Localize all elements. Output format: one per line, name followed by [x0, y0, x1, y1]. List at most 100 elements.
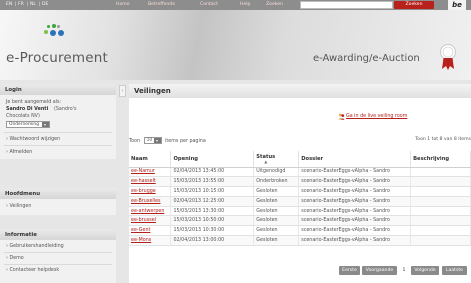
- auction-name-link[interactable]: ee-antwerpen: [129, 206, 172, 217]
- description-cell: [410, 235, 471, 246]
- role-select[interactable]: Onderneming: [6, 121, 50, 128]
- user-name: Sandro Di Venti: [6, 107, 49, 112]
- auction-name-link[interactable]: ee-Namur: [129, 167, 172, 178]
- status-cell: Gesloten: [253, 215, 300, 227]
- auction-name-link[interactable]: ee-Bruxelles: [129, 196, 172, 207]
- dossier-cell: scenario-EasterEggs-vAlpha - Sandro: [298, 186, 412, 197]
- opening-cell: 15/03/2013 10:30:00: [170, 225, 255, 237]
- nav-contact-link[interactable]: Contact: [200, 2, 218, 7]
- dossier-cell: scenario-EasterEggs-vAlpha - Sandro: [298, 167, 412, 178]
- hoofdmenu-panel: › Veilingen: [0, 199, 116, 215]
- auction-name-link[interactable]: ee-Gent: [129, 225, 172, 237]
- dossier-cell: scenario-EasterEggs-vAlpha - Sandro: [298, 215, 412, 227]
- table-row[interactable]: ee-Bruxelles 02/04/2013 12:25:00 Gesloten s…: [129, 196, 471, 207]
- change-password-link[interactable]: › Wachtwoord wijzigen: [6, 137, 60, 142]
- page-size-row: Toon 10 items per pagina: [129, 137, 206, 144]
- people-icon: [338, 113, 345, 120]
- search-button[interactable]: Zoeken: [394, 1, 434, 9]
- collapse-sidebar-handle[interactable]: ‹: [119, 85, 126, 97]
- description-cell: [410, 215, 471, 227]
- demo-label: Demo: [9, 256, 24, 261]
- col-header-naam[interactable]: Naam: [129, 151, 172, 168]
- description-cell: [410, 225, 471, 237]
- table-row[interactable]: ee-antwerpen 15/03/2013 13:30:00 Gesloten s…: [129, 206, 471, 217]
- login-panel: Je bent aangemeld als: Sandro Di Venti (…: [0, 95, 116, 159]
- last-page-button[interactable]: Laatste: [442, 266, 467, 275]
- lang-separator: |: [39, 2, 41, 7]
- medal-icon: [440, 44, 456, 70]
- col-header-opening[interactable]: Opening: [170, 151, 255, 168]
- status-cell: Onderbroken: [253, 176, 300, 188]
- next-page-button[interactable]: Volgende: [411, 266, 439, 275]
- nav-help-link[interactable]: Help: [240, 2, 250, 7]
- auction-name-link[interactable]: ee-Mons: [129, 235, 172, 246]
- status-cell: Gesloten: [253, 196, 300, 207]
- nav-home-link[interactable]: Home: [116, 2, 130, 7]
- divider: [4, 264, 112, 265]
- opening-cell: 15/03/2013 10:50:00: [170, 215, 255, 227]
- lang-fr-link[interactable]: FR: [18, 2, 24, 7]
- lang-separator: |: [15, 2, 17, 7]
- table-row[interactable]: ee-hasselt 15/03/2013 13:55:00 Onderbroken…: [129, 176, 471, 188]
- table-row[interactable]: ee-brugge 15/03/2013 10:15:00 Gesloten scen…: [129, 186, 471, 197]
- lang-nl-link[interactable]: NL: [30, 2, 36, 7]
- eprocurement-dots-logo-icon: [42, 24, 66, 42]
- opening-cell: 15/03/2013 13:55:00: [170, 176, 255, 188]
- description-cell: [410, 167, 471, 178]
- dossier-cell: scenario-EasterEggs-vAlpha - Sandro: [298, 206, 412, 217]
- auctions-table: Naam Opening Status ▲ Dossier Beschrijvin…: [129, 151, 471, 246]
- first-page-button[interactable]: Eerste: [339, 266, 360, 275]
- lang-separator: |: [27, 2, 29, 7]
- manual-label: Gebruikershandleiding: [9, 244, 64, 249]
- description-cell: [410, 196, 471, 207]
- belgium-be-logo[interactable]: be: [448, 0, 466, 10]
- sidebar-informatie-heading: Informatie: [0, 229, 116, 240]
- col-header-dossier[interactable]: Dossier: [298, 151, 412, 168]
- dossier-cell: scenario-EasterEggs-vAlpha - Sandro: [298, 196, 412, 207]
- sidebar-item-demo[interactable]: › Demo: [6, 256, 24, 261]
- table-row[interactable]: ee-brussel 15/03/2013 10:50:00 Gesloten sce…: [129, 215, 471, 227]
- sidebar-item-veilingen[interactable]: › Veilingen: [6, 204, 31, 209]
- auction-name-link[interactable]: ee-brussel: [129, 215, 172, 227]
- previous-page-button[interactable]: Voorgaande: [362, 266, 397, 275]
- range-info: Toon 1 tot 8 van 8 items: [415, 137, 471, 142]
- informatie-panel: › Gebruikershandleiding › Demo › Contact…: [0, 240, 116, 283]
- chevron-down-icon[interactable]: [153, 138, 161, 143]
- divider: [4, 252, 112, 253]
- sidebar-item-manual[interactable]: › Gebruikershandleiding: [6, 244, 64, 249]
- table-row[interactable]: ee-Mons 02/04/2013 13:00:00 Gesloten scenar…: [129, 235, 471, 246]
- page-size-select[interactable]: 10: [143, 137, 162, 144]
- divider: [4, 132, 112, 133]
- table-row[interactable]: ee-Namur 02/04/2013 13:45:00 Uitgenodigd sc…: [129, 167, 471, 178]
- opening-cell: 02/04/2013 13:45:00: [170, 167, 255, 178]
- page-size-value: 10: [146, 138, 153, 143]
- nav-betreffende-link[interactable]: Betreffende: [148, 2, 175, 7]
- col-header-beschrijving[interactable]: Beschrijving: [410, 151, 471, 168]
- description-cell: [410, 186, 471, 197]
- auction-name-link[interactable]: ee-hasselt: [129, 176, 172, 188]
- sidebar-item-helpdesk[interactable]: › Contacteer helpdesk: [6, 268, 59, 273]
- lang-de-link[interactable]: DE: [42, 2, 48, 7]
- live-auction-room-link[interactable]: Ga in de live veiling room: [346, 114, 407, 119]
- description-cell: [410, 206, 471, 217]
- per-page-label: items per pagina: [165, 139, 206, 144]
- logout-label: Afmelden: [9, 150, 33, 155]
- divider: [4, 145, 112, 146]
- search-input[interactable]: [300, 1, 393, 9]
- description-cell: [410, 176, 471, 188]
- dossier-cell: scenario-EasterEggs-vAlpha - Sandro: [298, 225, 412, 237]
- auction-name-link[interactable]: ee-brugge: [129, 186, 172, 197]
- current-page-number: 1: [400, 266, 408, 275]
- change-password-label: Wachtwoord wijzigen: [9, 137, 61, 142]
- table-row[interactable]: ee-Gent 15/03/2013 10:30:00 Gesloten scenar…: [129, 225, 471, 237]
- chevron-down-icon[interactable]: [42, 122, 49, 127]
- lang-en-link[interactable]: EN: [6, 2, 12, 7]
- helpdesk-label: Contacteer helpdesk: [9, 268, 60, 273]
- logout-link[interactable]: › Afmelden: [6, 150, 32, 155]
- veilingen-label: Veilingen: [9, 204, 32, 209]
- status-cell: Uitgenodigd: [253, 167, 300, 178]
- status-cell: Gesloten: [253, 225, 300, 237]
- opening-cell: 15/03/2013 10:15:00: [170, 186, 255, 197]
- status-cell: Gesloten: [253, 186, 300, 197]
- col-header-status[interactable]: Status ▲: [253, 151, 300, 168]
